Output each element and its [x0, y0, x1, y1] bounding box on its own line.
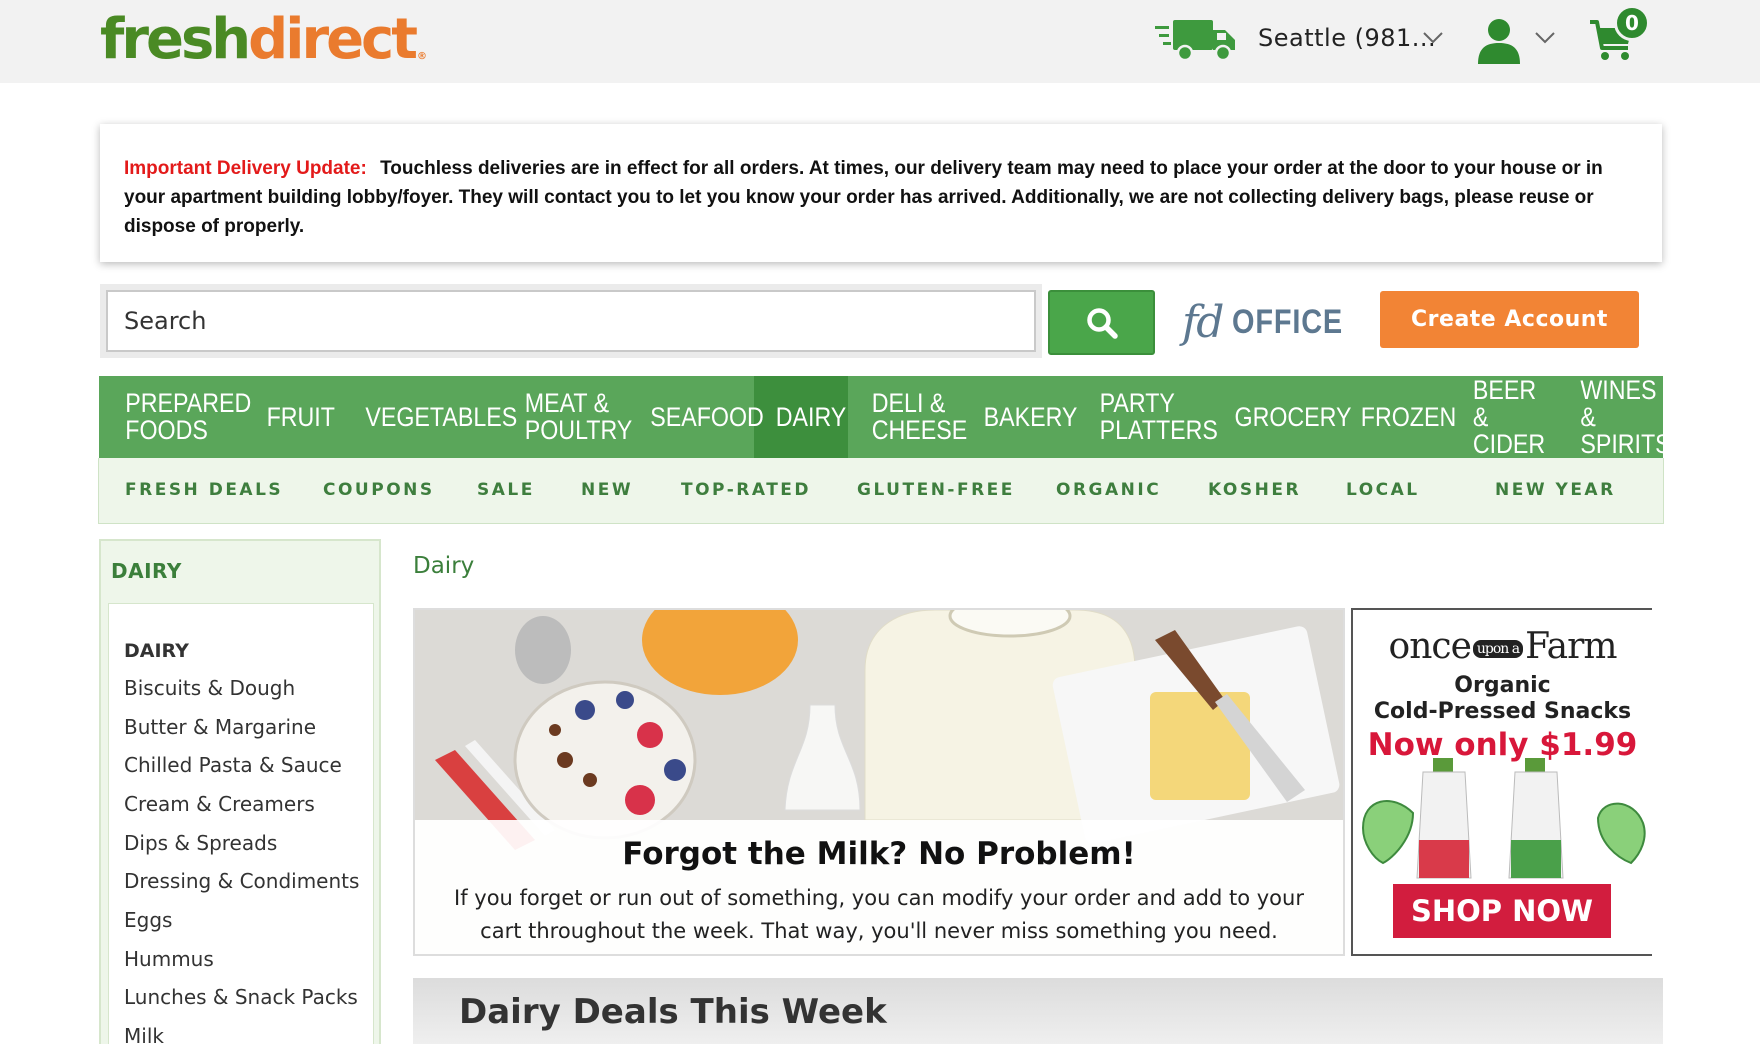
subnav-organic[interactable]: ORGANIC	[1056, 480, 1161, 500]
nav-frozen[interactable]: FROZEN	[1337, 376, 1456, 458]
category-sidebar: DAIRY DAIRY Biscuits & Dough Butter & Ma…	[99, 539, 381, 1044]
nav-beer-cider[interactable]: BEER & CIDER	[1451, 376, 1557, 458]
logo-direct: direct	[248, 6, 418, 72]
dairy-deals-title: Dairy Deals This Week	[459, 992, 887, 1032]
snack-pouches-image	[1361, 758, 1646, 879]
sidebar-item[interactable]: Dressing & Condiments	[124, 869, 359, 893]
nav-deli-cheese[interactable]: DELI & CHEESE	[848, 376, 968, 458]
promo-line-organic: Organic	[1454, 673, 1551, 698]
nav-label: PREPARED FOODS	[125, 388, 252, 445]
nav-label: PARTY PLATTERS	[1099, 388, 1218, 445]
delivery-truck-icon[interactable]	[1155, 18, 1237, 62]
sidebar-item[interactable]: Chilled Pasta & Sauce	[124, 753, 342, 777]
subnav-coupons[interactable]: COUPONS	[323, 480, 435, 500]
nav-grocery[interactable]: GROCERY	[1209, 376, 1352, 458]
subnav-local[interactable]: LOCAL	[1346, 480, 1420, 500]
subnav-new[interactable]: NEW	[581, 480, 633, 500]
freshdirect-logo[interactable]: fresh direct ®	[100, 4, 427, 74]
brand-word: upon a	[1472, 640, 1524, 658]
subnav-new-year[interactable]: NEW YEAR	[1495, 480, 1616, 500]
promo-brand-logo: once upon a Farm	[1353, 626, 1652, 667]
once-upon-a-farm-promo[interactable]: once upon a Farm Organic Cold-Pressed Snac…	[1351, 608, 1652, 956]
nav-label: FROZEN	[1360, 401, 1457, 432]
fd-office-text: OFFICE	[1232, 302, 1344, 341]
nav-label: BEER & CIDER	[1472, 374, 1546, 459]
nav-label: DAIRY	[775, 401, 847, 432]
hero-title: Forgot the Milk? No Problem!	[622, 836, 1136, 872]
subnav-gluten-free[interactable]: GLUTEN-FREE	[857, 480, 1015, 500]
hero-body: If you forget or run out of something, y…	[454, 886, 1304, 943]
page-title: Dairy	[413, 553, 475, 579]
subnav-fresh-deals[interactable]: FRESH DEALS	[125, 480, 283, 500]
subnav-top-rated[interactable]: TOP-RATED	[681, 480, 811, 500]
promo-line-snacks: Cold-Pressed Snacks	[1373, 699, 1632, 724]
search-icon	[1086, 307, 1118, 339]
brand-word: Farm	[1525, 626, 1617, 667]
nav-label: GROCERY	[1234, 401, 1352, 432]
nav-label: WINES & SPIRITS	[1580, 374, 1671, 459]
fd-office-link[interactable]: fd OFFICE	[1182, 296, 1363, 348]
nav-label: SEAFOOD	[650, 401, 764, 432]
brand-word: once	[1388, 626, 1472, 667]
sidebar-item[interactable]: Eggs	[124, 908, 172, 932]
nav-seafood[interactable]: SEAFOOD	[625, 376, 764, 458]
top-header: fresh direct ® Seattle (981... 0	[0, 0, 1760, 83]
search-bar	[100, 284, 1042, 358]
user-account-icon[interactable]	[1476, 18, 1522, 64]
nav-bakery[interactable]: BAKERY	[960, 376, 1078, 458]
nav-label: MEAT & POULTRY	[524, 388, 633, 445]
main-category-nav: PREPARED FOODS FRUIT VEGETABLES MEAT & P…	[99, 376, 1671, 458]
nav-meat-poultry[interactable]: MEAT & POULTRY	[500, 376, 633, 458]
nav-label: DELI & CHEESE	[871, 388, 968, 445]
chevron-down-icon[interactable]	[1534, 30, 1556, 46]
delivery-zip-selector[interactable]: Seattle (981...	[1258, 24, 1436, 52]
logo-registered-mark: ®	[417, 51, 428, 62]
subnav-kosher[interactable]: KOSHER	[1208, 480, 1301, 500]
nav-label: FRUIT	[266, 401, 335, 432]
search-input[interactable]	[106, 290, 1036, 352]
subnav-sale[interactable]: SALE	[477, 480, 535, 500]
hero-banner[interactable]: Forgot the Milk? No Problem! If you forg…	[413, 608, 1345, 956]
alert-label: Important Delivery Update:	[124, 158, 367, 179]
fd-office-logo: fd	[1182, 296, 1224, 348]
dairy-deals-section: Dairy Deals This Week	[413, 978, 1663, 1044]
sidebar-item[interactable]: Cream & Creamers	[124, 792, 315, 816]
sidebar-item[interactable]: Dips & Spreads	[124, 831, 277, 855]
cart-count-badge[interactable]: 0	[1614, 5, 1650, 41]
nav-fruit[interactable]: FRUIT	[245, 376, 337, 458]
sidebar-item[interactable]: Biscuits & Dough	[124, 676, 295, 700]
shop-now-button[interactable]: SHOP NOW	[1393, 884, 1611, 938]
sidebar-panel: DAIRY Biscuits & Dough Butter & Margarin…	[108, 603, 374, 1044]
nav-vegetables[interactable]: VEGETABLES	[337, 376, 517, 458]
nav-dairy[interactable]: DAIRY	[754, 376, 848, 458]
nav-party-platters[interactable]: PARTY PLATTERS	[1074, 376, 1218, 458]
sidebar-category-title[interactable]: DAIRY	[124, 640, 189, 662]
delivery-update-alert: Important Delivery Update: Touchless del…	[100, 124, 1662, 262]
chevron-down-icon[interactable]	[1422, 30, 1444, 46]
sidebar-item[interactable]: Hummus	[124, 947, 214, 971]
nav-wines-spirits[interactable]: WINES & SPIRITS	[1557, 376, 1670, 458]
sub-nav: FRESH DEALS COUPONS SALE NEW TOP-RATED G…	[98, 458, 1664, 524]
nav-label: BAKERY	[983, 401, 1078, 432]
sidebar-item[interactable]: Lunches & Snack Packs	[124, 985, 358, 1009]
sidebar-item[interactable]: Milk	[124, 1024, 164, 1044]
logo-fresh: fresh	[100, 6, 251, 72]
hero-caption: Forgot the Milk? No Problem! If you forg…	[415, 820, 1343, 954]
search-button[interactable]	[1048, 290, 1155, 355]
page: fresh direct ® Seattle (981... 0 Importa…	[0, 0, 1760, 1044]
nav-prepared-foods[interactable]: PREPARED FOODS	[99, 376, 251, 458]
create-account-button[interactable]: Create Account	[1380, 291, 1639, 348]
sidebar-heading: DAIRY	[111, 559, 182, 583]
nav-label: VEGETABLES	[365, 401, 518, 432]
sidebar-item[interactable]: Butter & Margarine	[124, 715, 316, 739]
